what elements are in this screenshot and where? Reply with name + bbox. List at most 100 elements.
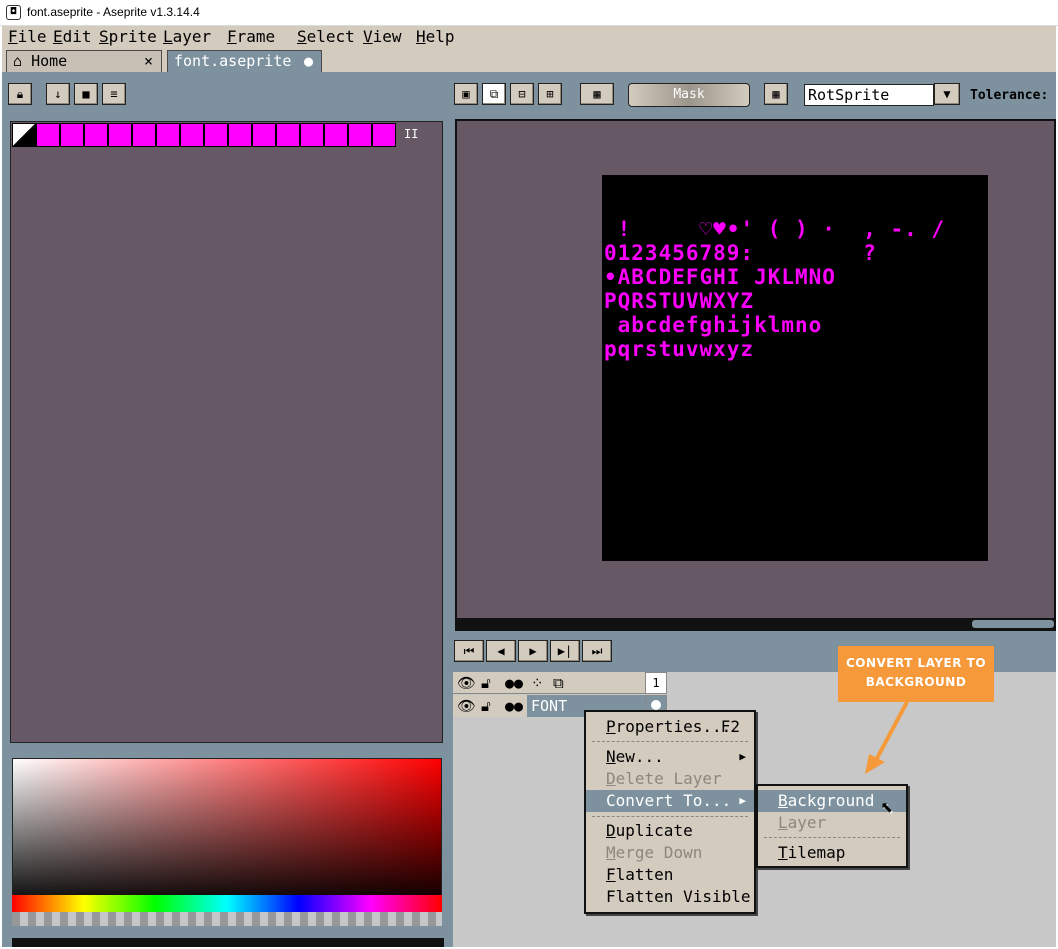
glyph-row-2: 0123456789: ? (604, 241, 877, 265)
eye-icon[interactable]: 👁︎ (457, 674, 476, 692)
palette-swatch[interactable] (252, 123, 276, 147)
palette-swatch[interactable] (156, 123, 180, 147)
menu-item-convert-to[interactable]: Convert To... ▶ (586, 790, 754, 812)
palette-swatch[interactable] (228, 123, 252, 147)
menu-layer[interactable]: Layer (163, 27, 211, 47)
callout-arrow-icon (865, 701, 909, 774)
horizontal-scrollbar[interactable] (455, 618, 1056, 631)
arrow-down-icon[interactable]: ↓ (46, 83, 70, 105)
menu-item-flatten[interactable]: Flatten (586, 864, 754, 886)
menu-view[interactable]: View (363, 27, 402, 47)
tab-bar: ⌂ Home × font.aseprite ● (2, 48, 1056, 72)
palette-swatch[interactable] (276, 123, 300, 147)
submenu-arrow-icon: ▶ (739, 794, 746, 807)
hue-slider[interactable] (12, 895, 442, 912)
palette-swatch[interactable] (180, 123, 204, 147)
app-window: File Edit Sprite Layer Frame Select View… (2, 26, 1056, 947)
callout-line-2: BACKGROUND (865, 675, 967, 689)
padlock-icon[interactable]: 🔓︎ (481, 674, 491, 692)
properties-shortcut: F2 (720, 717, 740, 736)
modified-dot-icon[interactable]: ● (304, 51, 313, 71)
glyph-row-4: PQRSTUVWXYZ (604, 289, 755, 313)
add-selection-icon[interactable]: ⧉ (482, 83, 506, 105)
menu-frame[interactable]: Frame (227, 27, 275, 47)
menu-separator (764, 837, 900, 838)
layer-eye-icon[interactable]: 👁︎ (457, 697, 476, 715)
menu-select[interactable]: Select (297, 27, 355, 47)
glyph-row-1: ! ♡♥•' ( ) · , -. / (604, 217, 946, 241)
pivot-icon[interactable]: ▦ (764, 83, 788, 105)
tolerance-label: Tolerance: (970, 88, 1049, 103)
palette-swatch[interactable] (204, 123, 228, 147)
glyph-row-6: pqrstuvwxyz (604, 337, 755, 361)
tab-home-label: Home (31, 52, 68, 70)
transparent-color-icon[interactable]: ▦ (580, 83, 614, 105)
menu-sprite[interactable]: Sprite (99, 27, 157, 47)
scrollbar-thumb[interactable] (972, 620, 1054, 628)
glyph-row-3: •ABCDEFGHI JKLMNO (604, 265, 836, 289)
palette-swatch[interactable] (372, 123, 396, 147)
glyph-row-5: abcdefghijklmno (604, 313, 823, 337)
menu-item-delete-layer: Delete Layer (606, 769, 722, 788)
menu-icon[interactable]: ≡ (102, 83, 126, 105)
menubar: File Edit Sprite Layer Frame Select View… (2, 26, 1056, 48)
menu-separator (592, 741, 748, 742)
menu-item-properties[interactable]: Properties... F2 (586, 716, 754, 738)
palette-swatches (36, 123, 424, 147)
fg-bg-swatch[interactable] (12, 123, 36, 147)
next-frame-icon[interactable]: ▶| (550, 640, 580, 662)
intersect-selection-icon[interactable]: ⊞ (538, 83, 562, 105)
menu-separator (592, 816, 748, 817)
palette-swatch[interactable] (324, 123, 348, 147)
timeline-header: 👁︎ 🔓︎ ●● ⁘ ⧉ (453, 672, 667, 694)
layer-context-menu: Properties... F2 New... ▶ Delete Layer Con… (584, 710, 756, 914)
replace-selection-icon[interactable]: ▣ (454, 83, 478, 105)
mask-color-button[interactable]: Mask (628, 83, 750, 107)
palette-swatch[interactable] (108, 123, 132, 147)
last-frame-icon[interactable]: ⏭ (582, 640, 612, 662)
menu-file[interactable]: File (8, 27, 47, 47)
home-icon: ⌂ (13, 52, 23, 70)
layer-continuous-icon[interactable]: ●● (505, 697, 523, 715)
palette-swatch[interactable] (132, 123, 156, 147)
alpha-slider[interactable] (12, 912, 442, 926)
link-icon[interactable]: ⁘ (531, 674, 544, 692)
layer-group-icon[interactable]: ⧉ (553, 674, 564, 692)
menu-help[interactable]: Help (416, 27, 455, 47)
menu-item-flatten-visible[interactable]: Flatten Visible (586, 886, 754, 908)
lock-icon[interactable]: 🔒︎ (8, 83, 32, 105)
sprite-canvas[interactable]: ! ♡♥•' ( ) · , -. / 0123456789: ? •ABCDE… (602, 175, 988, 561)
submenu-item-tilemap[interactable]: Tilemap (758, 842, 906, 864)
color-spectrum[interactable] (12, 758, 442, 908)
submenu-arrow-icon: ▶ (739, 750, 746, 763)
menu-edit[interactable]: Edit (53, 27, 92, 47)
palette-swatch[interactable] (84, 123, 108, 147)
palette-swatch[interactable] (348, 123, 372, 147)
frame-number[interactable]: 1 (645, 672, 667, 694)
layer-lock-icon[interactable]: 🔓︎ (481, 697, 491, 715)
tab-home[interactable]: ⌂ Home × (6, 50, 162, 72)
mouse-cursor-icon: ⬉ (880, 796, 894, 821)
menu-item-duplicate[interactable]: Duplicate (586, 820, 754, 842)
chevron-down-icon[interactable]: ▼ (934, 83, 960, 105)
tab-home-close-icon[interactable]: × (144, 51, 153, 71)
window-titlebar: ◘ font.aseprite - Aseprite v1.3.14.4 (0, 0, 1058, 26)
annotation-callout: CONVERT LAYER TO BACKGROUND (838, 646, 994, 702)
tab-font-aseprite[interactable]: font.aseprite ● (167, 50, 322, 72)
previous-frame-icon[interactable]: ◀ (486, 640, 516, 662)
menu-item-new[interactable]: New... ▶ (586, 746, 754, 768)
subtract-selection-icon[interactable]: ⊟ (510, 83, 534, 105)
play-icon[interactable]: ▶ (518, 640, 548, 662)
palette-swatch[interactable] (300, 123, 324, 147)
window-title: font.aseprite - Aseprite v1.3.14.4 (27, 5, 200, 19)
continuous-icon[interactable]: ●● (505, 674, 523, 692)
square-icon[interactable]: ■ (74, 83, 98, 105)
palette-swatch[interactable] (36, 123, 60, 147)
status-strip (12, 938, 444, 947)
rotation-algorithm-select[interactable]: RotSprite (804, 84, 934, 106)
aseprite-icon: ◘ (6, 5, 21, 20)
first-frame-icon[interactable]: ⏮ (454, 640, 484, 662)
cel-dot-icon (651, 700, 661, 710)
palette-options-icon[interactable]: II (404, 127, 418, 141)
palette-swatch[interactable] (60, 123, 84, 147)
